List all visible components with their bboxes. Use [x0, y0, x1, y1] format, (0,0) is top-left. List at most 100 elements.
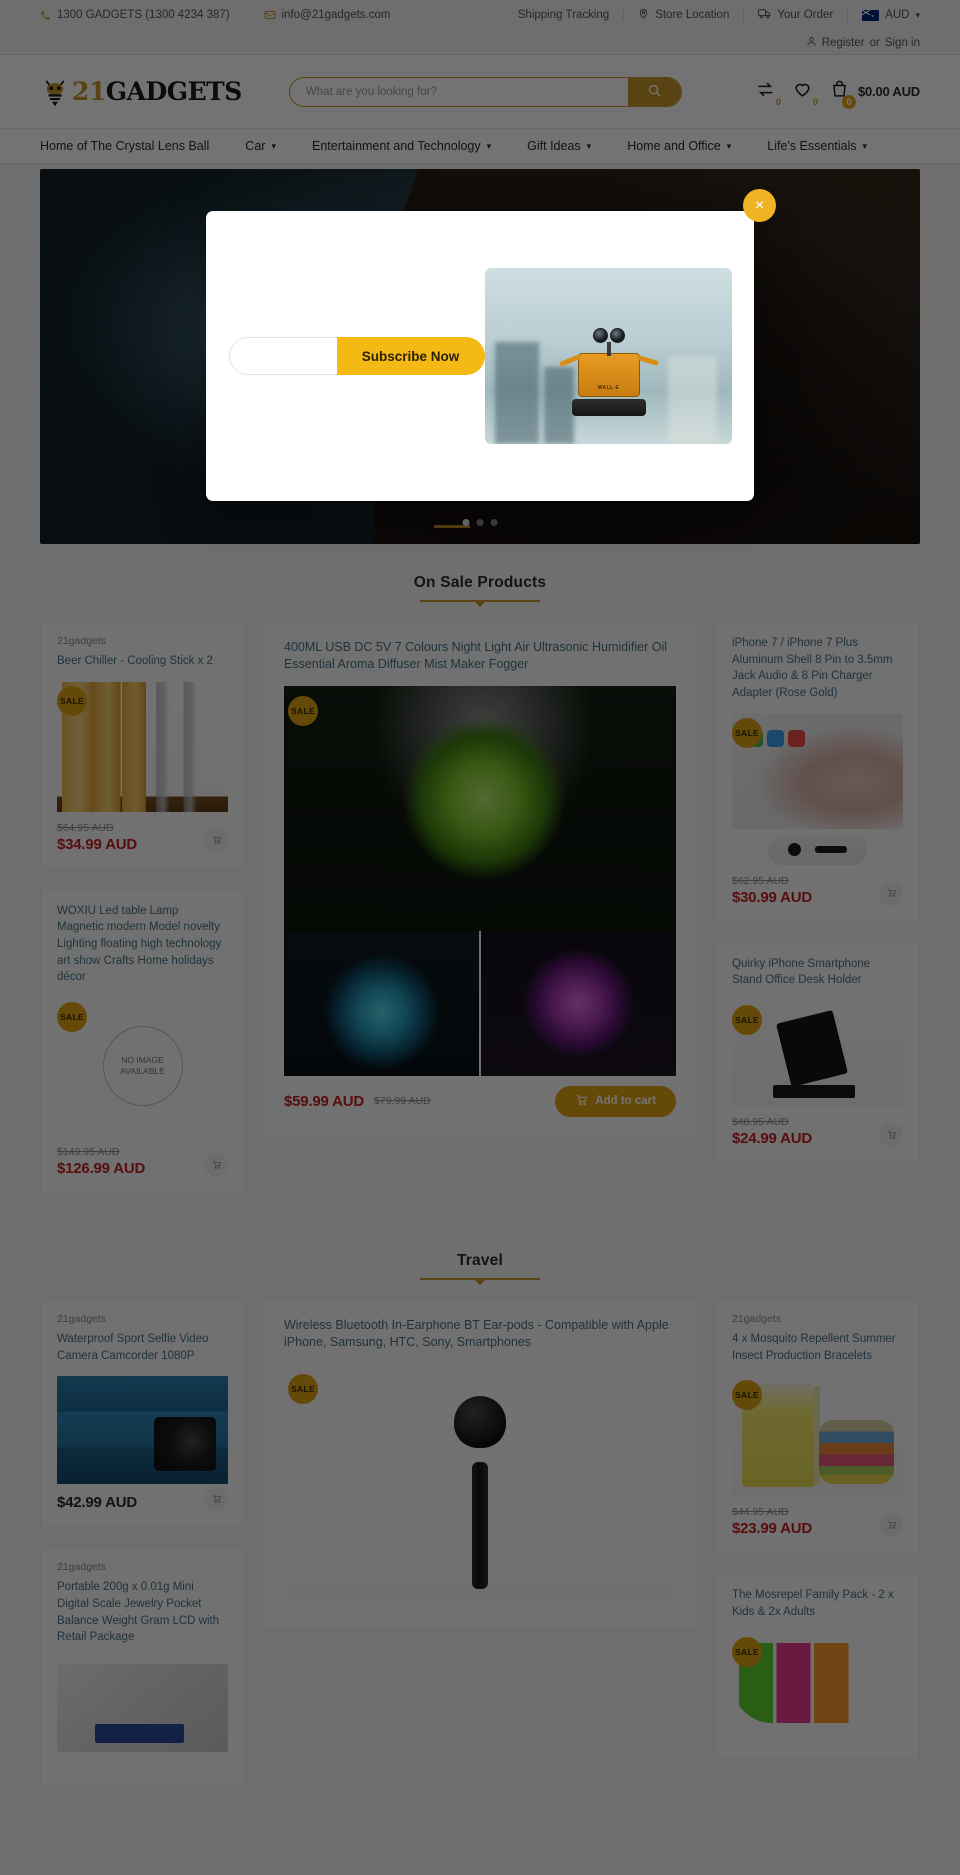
site-logo[interactable]: 21GADGETS	[40, 77, 242, 107]
product-card[interactable]: Quirky iPhone Smartphone Stand Office De…	[715, 940, 920, 1165]
hero-dot-1[interactable]	[462, 519, 470, 526]
product-card-featured[interactable]: Wireless Bluetooth In-Earphone BT Ear-po…	[263, 1298, 697, 1630]
product-price-old: $44.95 AUD	[732, 1506, 789, 1519]
add-to-wishlist-button[interactable]	[879, 1513, 903, 1538]
product-price-row: $149.95 AUD $126.99 AUD	[57, 1146, 228, 1178]
sale-badge: SALE	[732, 1005, 762, 1036]
price-stack: $62.95 AUD $30.99 AUD	[732, 875, 812, 906]
phone-number: 1300 GADGETS (1300 4234 387)	[57, 9, 230, 21]
nav-label: Car	[245, 139, 266, 153]
sale-badge: SALE	[732, 717, 762, 748]
add-to-wishlist-button[interactable]	[879, 1123, 903, 1148]
product-card[interactable]: 21gadgets Waterproof Sport Selfie Video …	[40, 1298, 245, 1529]
search-input[interactable]	[289, 77, 628, 106]
product-title-link[interactable]: Beer Chiller - Cooling Stick x 2	[57, 653, 228, 670]
chevron-down-icon: ▾	[586, 140, 592, 151]
product-title-link[interactable]: 4 x Mosquito Repellent Summer Insect Pro…	[732, 1331, 903, 1364]
section-underline-decoration	[420, 600, 540, 607]
hero-carousel-dots[interactable]	[462, 519, 498, 526]
product-card[interactable]: WOXIU Led table Lamp Magnetic modern Mod…	[40, 887, 245, 1195]
user-icon	[806, 36, 817, 50]
product-card-featured[interactable]: 400ML USB DC 5V 7 Colours Night Light Ai…	[263, 620, 697, 1138]
shipping-tracking-link[interactable]: Shipping Tracking	[504, 9, 625, 21]
currency-selector[interactable]: AUD ▾	[848, 9, 920, 21]
nav-item-home-and-office[interactable]: Home and Office ▾	[609, 139, 749, 153]
nav-label: Life's Essentials	[767, 139, 857, 153]
cart-plus-icon	[886, 1518, 897, 1533]
product-title-link[interactable]: Portable 200g x 0.01g Mini Digital Scale…	[57, 1579, 228, 1646]
product-vendor: 21gadgets	[732, 1313, 782, 1326]
compare-button[interactable]: 0	[756, 80, 781, 107]
newsletter-subscribe-modal: × Subscribe Now WALL·E	[206, 189, 776, 501]
cart-plus-icon	[211, 833, 222, 848]
add-to-wishlist-button[interactable]	[204, 1153, 228, 1178]
signin-link[interactable]: Sign in	[885, 37, 920, 49]
nav-item-gift-ideas[interactable]: Gift Ideas ▾	[509, 139, 609, 153]
nav-item-entertainment-technology[interactable]: Entertainment and Technology ▾	[294, 139, 509, 153]
product-card[interactable]: 21gadgets 4 x Mosquito Repellent Summer …	[715, 1298, 920, 1555]
cart-plus-icon	[886, 1128, 897, 1143]
product-column-center: 400ML USB DC 5V 7 Colours Night Light Ai…	[263, 620, 697, 1138]
section-title: On Sale Products	[413, 574, 547, 591]
product-card[interactable]: iPhone 7 / iPhone 7 Plus Aluminum Shell …	[715, 620, 920, 923]
nav-item-crystal-lens-ball[interactable]: Home of The Crystal Lens Ball	[40, 139, 227, 153]
product-title-link[interactable]: Wireless Bluetooth In-Earphone BT Ear-po…	[284, 1317, 676, 1352]
product-price-old: $79.99 AUD	[374, 1095, 431, 1107]
add-to-wishlist-button[interactable]	[879, 881, 903, 906]
product-price-old: $62.95 AUD	[732, 874, 789, 887]
hero-dot-3[interactable]	[490, 519, 498, 526]
product-card[interactable]: 21gadgets Beer Chiller - Cooling Stick x…	[40, 620, 245, 870]
close-icon[interactable]: ×	[743, 189, 776, 222]
product-title-link[interactable]: WOXIU Led table Lamp Magnetic modern Mod…	[57, 903, 228, 986]
product-price-old: $48.95 AUD	[732, 1116, 789, 1129]
shipping-tracking-label: Shipping Tracking	[517, 9, 610, 21]
store-location-link[interactable]: Store Location	[624, 8, 745, 22]
search-submit-button[interactable]	[627, 77, 681, 106]
product-title-link[interactable]: 400ML USB DC 5V 7 Colours Night Light Ai…	[284, 639, 676, 674]
add-to-cart-label: Add to cart	[595, 1095, 656, 1107]
your-order-link[interactable]: Your Order	[744, 8, 849, 22]
wishlist-count: 0	[812, 96, 818, 107]
product-card[interactable]: 21gadgets Portable 200g x 0.01g Mini Dig…	[40, 1546, 245, 1786]
nav-item-lifes-essentials[interactable]: Life's Essentials ▾	[749, 139, 885, 153]
add-to-wishlist-button[interactable]	[204, 828, 228, 853]
chevron-down-icon: ▾	[486, 140, 492, 151]
product-title-link[interactable]: Quirky iPhone Smartphone Stand Office De…	[732, 956, 903, 989]
add-to-cart-button[interactable]: Add to cart	[555, 1085, 676, 1117]
email-field[interactable]	[228, 337, 337, 375]
product-image-thumb-purple	[481, 930, 676, 1076]
product-price-new: $126.99 AUD	[57, 1160, 146, 1178]
product-title-link[interactable]: iPhone 7 / iPhone 7 Plus Aluminum Shell …	[732, 635, 903, 702]
product-title-link[interactable]: Waterproof Sport Selfie Video Camera Cam…	[57, 1331, 228, 1364]
search-box[interactable]	[288, 76, 682, 107]
product-column-center: Wireless Bluetooth In-Earphone BT Ear-po…	[263, 1298, 697, 1630]
product-vendor: 21gadgets	[57, 1561, 107, 1574]
email-contact[interactable]: info@21gadgets.com	[264, 9, 390, 21]
cart-button[interactable]: 0 $0.00 AUD	[830, 80, 920, 109]
product-grid-on-sale: 21gadgets Beer Chiller - Cooling Stick x…	[0, 602, 960, 1195]
product-price-new: $42.99 AUD	[57, 1494, 137, 1512]
product-image-wrap: SALE	[284, 685, 676, 1076]
product-image-wrap	[57, 1376, 228, 1485]
nav-label: Home of The Crystal Lens Ball	[40, 139, 210, 153]
register-link[interactable]: Register	[822, 37, 865, 49]
hero-dot-2[interactable]	[476, 519, 484, 526]
add-to-wishlist-button[interactable]	[204, 1487, 228, 1512]
nav-item-car[interactable]: Car ▾	[227, 139, 294, 153]
wishlist-button[interactable]: 0	[793, 80, 818, 107]
product-card[interactable]: The Mosrepel Family Pack - 2 x Kids & 2x…	[715, 1572, 920, 1760]
search-icon	[647, 83, 662, 101]
phone-contact[interactable]: 1300 GADGETS (1300 4234 387)	[40, 9, 230, 21]
nav-label: Entertainment and Technology	[311, 139, 481, 153]
heart-icon	[793, 80, 812, 104]
product-image-wrap: SALE	[732, 1633, 903, 1733]
subscribe-now-button[interactable]: Subscribe Now	[336, 337, 485, 375]
site-header: 21GADGETS 0 0	[0, 55, 960, 128]
price-stack: $149.95 AUD $126.99 AUD	[57, 1146, 145, 1177]
section-underline-decoration	[420, 1278, 540, 1286]
product-title-link[interactable]: The Mosrepel Family Pack - 2 x Kids & 2x…	[732, 1587, 903, 1620]
price-stack: $44.95 AUD $23.99 AUD	[732, 1506, 812, 1537]
nav-label: Home and Office	[627, 139, 721, 153]
product-vendor: 21gadgets	[57, 635, 107, 647]
cart-plus-icon	[211, 1158, 222, 1173]
